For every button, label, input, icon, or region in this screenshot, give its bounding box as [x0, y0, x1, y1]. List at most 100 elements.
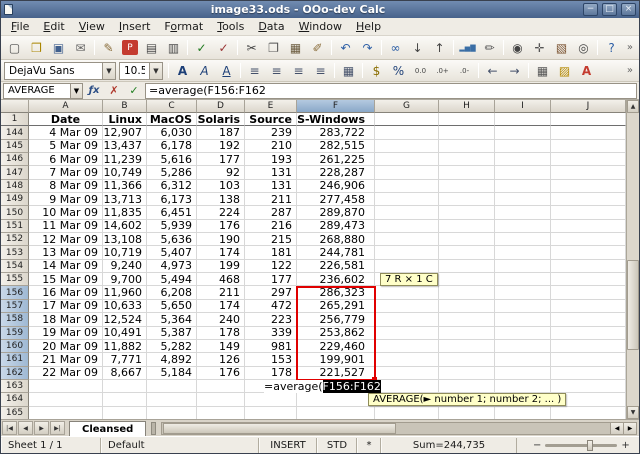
- cell[interactable]: 13,437: [103, 140, 147, 153]
- cell[interactable]: 5 Mar 09: [29, 140, 103, 153]
- cell[interactable]: 289,870: [297, 206, 375, 219]
- cell[interactable]: [551, 380, 626, 393]
- cell[interactable]: [439, 220, 495, 233]
- cell[interactable]: [197, 393, 245, 406]
- merge-cells-icon[interactable]: ▦: [338, 61, 359, 80]
- cell[interactable]: [551, 260, 626, 273]
- cell[interactable]: 286,323: [297, 286, 375, 299]
- cell[interactable]: [375, 140, 439, 153]
- cell[interactable]: 7,771: [103, 353, 147, 366]
- cell[interactable]: [375, 246, 439, 259]
- cell[interactable]: 122: [245, 260, 297, 273]
- cell[interactable]: [495, 286, 551, 299]
- cell[interactable]: [551, 113, 626, 126]
- cell[interactable]: 11,835: [103, 206, 147, 219]
- row-header-152[interactable]: 152: [1, 233, 29, 246]
- cell[interactable]: [495, 367, 551, 380]
- delete-decimal-icon[interactable]: .0-: [454, 61, 475, 80]
- cell[interactable]: 14,602: [103, 220, 147, 233]
- scroll-up-icon[interactable]: ▲: [627, 100, 639, 113]
- column-header-E[interactable]: E: [245, 100, 297, 113]
- cell[interactable]: 19 Mar 09: [29, 327, 103, 340]
- cell[interactable]: [439, 246, 495, 259]
- cell[interactable]: [147, 407, 197, 419]
- tab-splitter[interactable]: [151, 422, 156, 435]
- new-document-icon[interactable]: ▢: [4, 38, 25, 57]
- row-header-162[interactable]: 162: [1, 367, 29, 380]
- cell[interactable]: 339: [245, 327, 297, 340]
- cell[interactable]: 12,907: [103, 126, 147, 139]
- cell[interactable]: 297: [245, 286, 297, 299]
- cut-icon[interactable]: ✂: [241, 38, 262, 57]
- cell[interactable]: 190: [197, 233, 245, 246]
- cell[interactable]: [375, 193, 439, 206]
- cell[interactable]: 192: [197, 140, 245, 153]
- cell[interactable]: [375, 407, 439, 419]
- cell[interactable]: 282,515: [297, 140, 375, 153]
- column-header-G[interactable]: G: [375, 100, 439, 113]
- cell[interactable]: [439, 166, 495, 179]
- cell[interactable]: [439, 407, 495, 419]
- edit-file-icon[interactable]: ✎: [98, 38, 119, 57]
- font-name-combo[interactable]: DejaVu Sans ▼: [4, 62, 116, 80]
- cell[interactable]: 9 Mar 09: [29, 193, 103, 206]
- cell[interactable]: [439, 340, 495, 353]
- previous-sheet-icon[interactable]: ◀: [18, 421, 33, 435]
- cell[interactable]: [439, 180, 495, 193]
- cell[interactable]: [551, 126, 626, 139]
- menu-format[interactable]: Format: [157, 19, 210, 34]
- row-header-144[interactable]: 144: [1, 126, 29, 139]
- cell[interactable]: [551, 367, 626, 380]
- sort-ascending-icon[interactable]: ↓: [407, 38, 428, 57]
- cell[interactable]: [551, 327, 626, 340]
- cell[interactable]: 211: [245, 193, 297, 206]
- cell[interactable]: [375, 313, 439, 326]
- background-color-icon[interactable]: ▨: [554, 61, 575, 80]
- cell[interactable]: 239: [245, 126, 297, 139]
- first-sheet-icon[interactable]: |◀: [2, 421, 17, 435]
- cell[interactable]: [495, 353, 551, 366]
- cell[interactable]: 11,366: [103, 180, 147, 193]
- cell[interactable]: 22 Mar 09: [29, 367, 103, 380]
- cell[interactable]: [297, 393, 375, 406]
- corner-header[interactable]: [1, 100, 29, 113]
- scroll-left-icon[interactable]: ◀: [610, 423, 623, 434]
- cell[interactable]: [197, 407, 245, 419]
- cell[interactable]: [375, 180, 439, 193]
- cell[interactable]: 216: [245, 220, 297, 233]
- align-center-icon[interactable]: ≡: [266, 61, 287, 80]
- cell[interactable]: 229,460: [297, 340, 375, 353]
- cell[interactable]: 244,781: [297, 246, 375, 259]
- cell[interactable]: 5,407: [147, 246, 197, 259]
- cell[interactable]: 6,178: [147, 140, 197, 153]
- column-header-I[interactable]: I: [495, 100, 551, 113]
- cell[interactable]: [495, 193, 551, 206]
- row-header-146[interactable]: 146: [1, 153, 29, 166]
- cell[interactable]: 177: [245, 273, 297, 286]
- horizontal-scrollbar[interactable]: ◀ ▶: [161, 422, 637, 435]
- scroll-right-icon[interactable]: ▶: [623, 423, 636, 434]
- cell[interactable]: 10,633: [103, 300, 147, 313]
- cell[interactable]: [103, 380, 147, 393]
- cell[interactable]: 18 Mar 09: [29, 313, 103, 326]
- cell[interactable]: [103, 407, 147, 419]
- zoom-level[interactable]: 115%: [634, 438, 640, 453]
- cell[interactable]: [439, 327, 495, 340]
- navigator-icon[interactable]: ✛: [529, 38, 550, 57]
- cell[interactable]: [375, 113, 439, 126]
- menu-help[interactable]: Help: [349, 19, 388, 34]
- currency-format-icon[interactable]: $: [366, 61, 387, 80]
- column-header-A[interactable]: A: [29, 100, 103, 113]
- cell[interactable]: 13,108: [103, 233, 147, 246]
- menu-insert[interactable]: Insert: [112, 19, 158, 34]
- cell[interactable]: 131: [245, 180, 297, 193]
- cell[interactable]: 176: [197, 220, 245, 233]
- cell[interactable]: Linux: [103, 113, 147, 126]
- cell[interactable]: [439, 206, 495, 219]
- cell[interactable]: 11,960: [103, 286, 147, 299]
- cell[interactable]: 5,286: [147, 166, 197, 179]
- cell[interactable]: [439, 140, 495, 153]
- cell[interactable]: [551, 153, 626, 166]
- decrease-indent-icon[interactable]: ←: [482, 61, 503, 80]
- percent-format-icon[interactable]: %: [388, 61, 409, 80]
